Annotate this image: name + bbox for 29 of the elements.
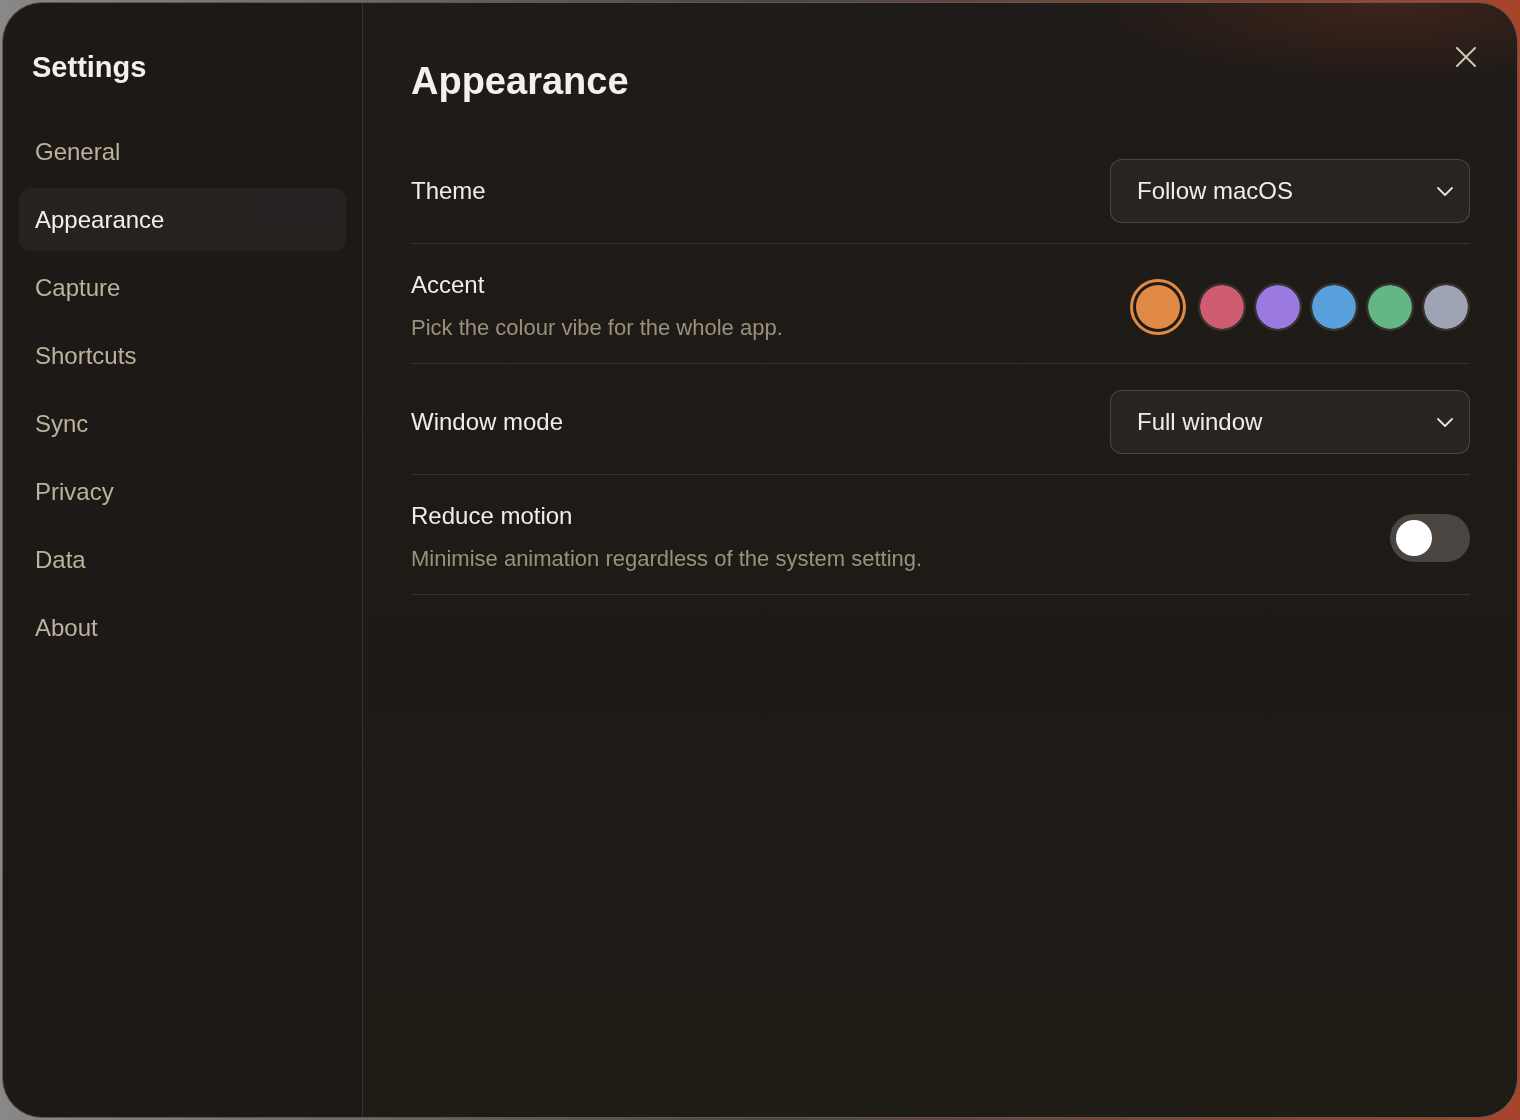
accent-swatch-icon[interactable] bbox=[1310, 282, 1358, 331]
sidebar-item[interactable]: Shortcuts bbox=[19, 324, 346, 387]
sidebar-item[interactable]: Data bbox=[19, 528, 346, 591]
sidebar-item[interactable]: Privacy bbox=[19, 460, 346, 523]
setting-description: Pick the colour vibe for the whole app. bbox=[411, 314, 783, 342]
sidebar-item[interactable]: Appearance bbox=[19, 188, 346, 251]
chevron-down-icon bbox=[1437, 186, 1453, 196]
page-title: Appearance bbox=[411, 59, 629, 104]
sidebar-item[interactable]: Sync bbox=[19, 392, 346, 455]
accent-swatch-icon[interactable] bbox=[1198, 282, 1246, 331]
window-title: Settings bbox=[32, 50, 147, 85]
sidebar-item[interactable]: Capture bbox=[19, 256, 346, 319]
setting-label: Theme bbox=[411, 176, 486, 206]
accent-swatch-icon[interactable] bbox=[1130, 278, 1186, 335]
sidebar-item[interactable]: About bbox=[19, 596, 346, 659]
accent-swatch-icon[interactable] bbox=[1366, 282, 1414, 331]
close-icon bbox=[1456, 47, 1476, 67]
dropdown[interactable]: Follow macOS bbox=[1110, 159, 1470, 223]
chevron-down-icon bbox=[1437, 417, 1453, 427]
close-button[interactable] bbox=[1456, 47, 1476, 67]
setting-label: Window mode bbox=[411, 407, 564, 437]
sidebar-item[interactable]: General bbox=[19, 120, 346, 183]
accent-swatch-icon[interactable] bbox=[1422, 282, 1470, 331]
setting-label: Reduce motion bbox=[411, 501, 573, 531]
toggle-switch[interactable] bbox=[1390, 513, 1470, 562]
accent-swatch-icon[interactable] bbox=[1254, 282, 1302, 331]
setting-description: Minimise animation regardless of the system setting. bbox=[411, 545, 923, 573]
dropdown[interactable]: Full window bbox=[1110, 390, 1470, 454]
setting-label: Accent bbox=[411, 270, 485, 300]
